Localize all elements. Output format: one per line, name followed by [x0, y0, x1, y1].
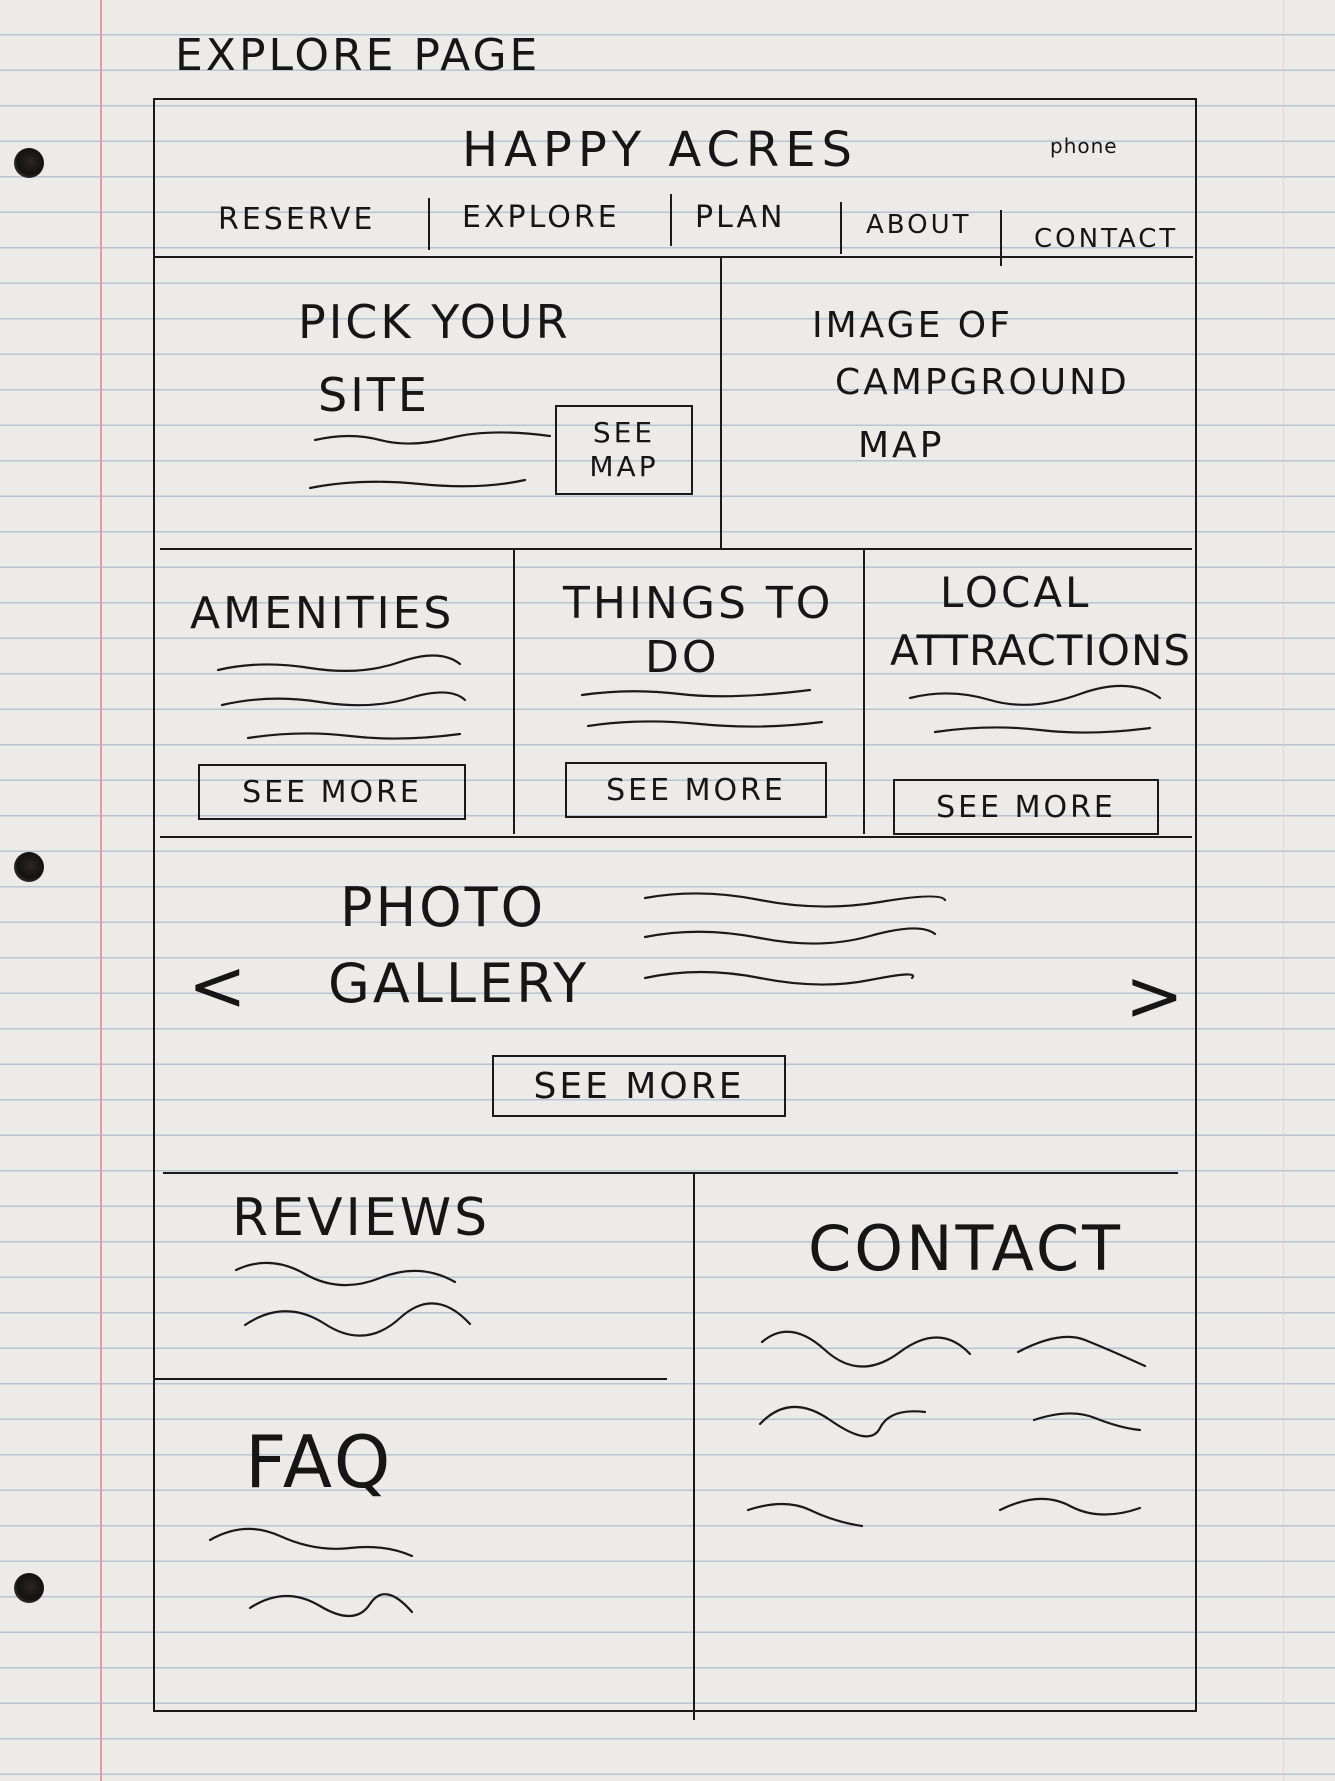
placeholder-line	[933, 726, 1152, 734]
placeholder-line	[308, 478, 527, 490]
placeholder-line	[1016, 1335, 1147, 1368]
placeholder-line	[313, 431, 552, 445]
placeholder-scribbles	[208, 431, 1162, 1618]
placeholder-line	[758, 1405, 927, 1438]
placeholder-line	[643, 892, 947, 908]
placeholder-line	[234, 1261, 457, 1287]
placeholder-line	[243, 1302, 472, 1337]
placeholder-line	[216, 654, 462, 672]
placeholder-line	[208, 1527, 414, 1558]
placeholder-line	[580, 688, 812, 698]
placeholder-line	[908, 684, 1162, 706]
placeholder-line	[643, 927, 937, 945]
placeholder-line	[246, 732, 462, 740]
placeholder-line	[586, 720, 824, 728]
placeholder-line	[643, 970, 915, 986]
placeholder-line	[220, 691, 467, 707]
placeholder-line	[1032, 1412, 1142, 1432]
placeholder-line	[998, 1497, 1142, 1516]
placeholder-line	[248, 1593, 414, 1618]
placeholder-line	[760, 1330, 972, 1368]
placeholder-line	[746, 1502, 864, 1528]
